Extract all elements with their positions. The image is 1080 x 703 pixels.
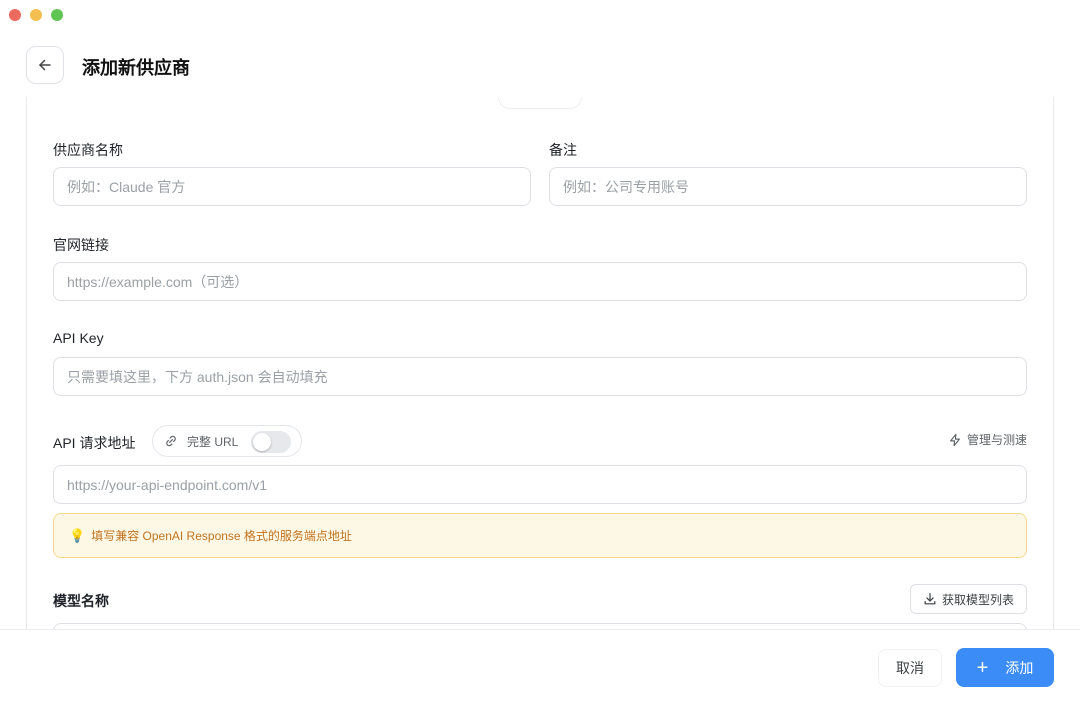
provider-name-input[interactable]: 例如：Claude 官方 xyxy=(53,167,531,206)
switch-knob xyxy=(253,433,271,451)
preset-selector-tab[interactable] xyxy=(498,97,582,109)
minimize-window-button[interactable] xyxy=(30,9,42,21)
api-url-tip: 💡 填写兼容 OpenAI Response 格式的服务端点地址 xyxy=(53,513,1027,558)
manage-and-speedtest-link[interactable]: 管理与测速 xyxy=(948,431,1027,448)
add-button-label: 添加 xyxy=(1005,659,1034,676)
notes-input[interactable]: 例如：公司专用账号 xyxy=(549,167,1027,206)
api-url-input[interactable]: https://your-api-endpoint.com/v1 xyxy=(53,465,1027,504)
cancel-button[interactable]: 取消 xyxy=(878,649,942,687)
app-window: 添加新供应商 供应商名称 例如：Claude 官方 备注 例如：公司专用账号 官… xyxy=(0,0,1080,703)
website-label: 官网链接 xyxy=(53,237,109,253)
full-url-toggle[interactable]: 完整 URL xyxy=(152,425,302,457)
api-url-label: API 请求地址 xyxy=(53,435,136,451)
manage-link-label: 管理与测速 xyxy=(966,433,1027,447)
arrow-left-icon xyxy=(39,59,51,71)
model-name-label: 模型名称 xyxy=(53,593,109,609)
full-url-toggle-label: 完整 URL xyxy=(187,434,239,449)
website-input[interactable]: https://example.com（可选） xyxy=(53,262,1027,301)
lightning-icon xyxy=(950,433,960,446)
fetch-model-list-button[interactable]: 获取模型列表 xyxy=(909,584,1027,614)
fetch-model-list-label: 获取模型列表 xyxy=(941,592,1014,607)
provider-form: 供应商名称 例如：Claude 官方 备注 例如：公司专用账号 官网链接 htt… xyxy=(26,97,1054,637)
provider-name-label: 供应商名称 xyxy=(53,142,123,158)
window-controls xyxy=(9,9,63,21)
api-key-label: API Key xyxy=(53,330,104,346)
close-window-button[interactable] xyxy=(9,9,21,21)
page-title: 添加新供应商 xyxy=(82,58,190,78)
back-button[interactable] xyxy=(26,46,64,84)
plus-icon: + xyxy=(976,656,989,679)
full-url-switch[interactable] xyxy=(251,431,291,453)
lightbulb-icon: 💡 xyxy=(69,527,86,543)
footer-bar: 取消 + 添加 xyxy=(0,629,1080,703)
add-button[interactable]: + 添加 xyxy=(956,648,1054,687)
api-key-input[interactable]: 只需要填这里，下方 auth.json 会自动填充 xyxy=(53,357,1027,396)
link-icon xyxy=(166,435,176,447)
maximize-window-button[interactable] xyxy=(51,9,63,21)
download-icon xyxy=(924,593,936,605)
notes-label: 备注 xyxy=(549,142,577,158)
api-url-tip-text: 填写兼容 OpenAI Response 格式的服务端点地址 xyxy=(91,529,352,543)
